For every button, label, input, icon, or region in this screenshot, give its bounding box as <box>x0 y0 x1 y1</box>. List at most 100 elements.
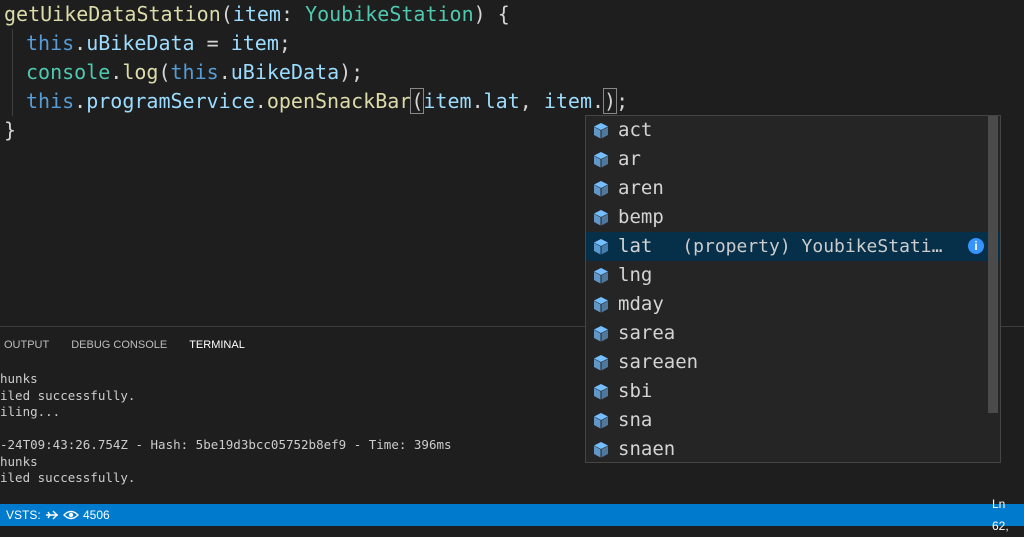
terminal-line: iling... <box>0 404 61 419</box>
arg-item: item <box>543 89 592 113</box>
function-name: getUikeDataStation <box>4 2 221 26</box>
suggestion-item[interactable]: sna <box>586 406 1000 435</box>
terminal-line: hunks <box>0 371 38 386</box>
dot: . <box>74 89 87 113</box>
suggestion-label: mday <box>618 293 664 315</box>
dot: . <box>110 60 123 84</box>
terminal-output[interactable]: hunks iled successfully. iling... -24T09… <box>0 371 452 487</box>
views-status[interactable]: 4506 <box>63 504 110 526</box>
tab-output[interactable]: OUTPUT <box>4 327 49 363</box>
property-cube-icon <box>594 122 608 138</box>
indent-guide <box>12 29 13 116</box>
dot: . <box>218 60 231 84</box>
param-name: item <box>232 2 281 26</box>
suggestion-label: sarea <box>618 322 676 344</box>
log-function: log <box>122 60 159 84</box>
vsts-status[interactable]: VSTS: <box>6 504 59 526</box>
suggestion-label: aren <box>618 177 664 199</box>
suggestion-label: sna <box>618 409 653 431</box>
property-cube-icon <box>594 267 608 283</box>
suggest-widget[interactable]: act ar aren bemp lat (property) YoubikeStati…… <box>585 115 1001 463</box>
code-line-2[interactable]: this.uBikeData = item; <box>26 29 291 58</box>
cursor-position[interactable]: Ln 62, <box>992 497 1024 533</box>
property-cube-icon <box>594 180 608 196</box>
panel-tabs: OUTPUT DEBUG CONSOLE TERMINAL <box>0 327 263 363</box>
suggestion-label: lng <box>618 264 653 286</box>
suggest-scrollbar[interactable] <box>988 116 998 413</box>
service-name: programService <box>86 89 255 113</box>
tab-debug-console[interactable]: DEBUG CONSOLE <box>71 327 167 363</box>
suggestion-item[interactable]: snaen <box>586 435 1000 462</box>
console-object: console <box>26 60 111 84</box>
suggestion-label: ar <box>618 148 641 170</box>
property-cube-icon <box>594 238 608 254</box>
suggestion-label: sbi <box>618 380 653 402</box>
property-cube-icon <box>594 209 608 225</box>
suggestion-label: act <box>618 119 653 141</box>
suggestion-label: bemp <box>618 206 664 228</box>
suggestion-list: act ar aren bemp lat (property) YoubikeStati…… <box>586 116 1000 462</box>
property-cube-icon <box>594 354 608 370</box>
matching-bracket: ) <box>603 88 618 114</box>
suggestion-item[interactable]: ar <box>586 145 1000 174</box>
this-keyword: this <box>170 60 219 84</box>
suggestion-item[interactable]: act <box>586 116 1000 145</box>
plane-icon <box>45 510 58 520</box>
views-count: 4506 <box>83 508 110 522</box>
matching-bracket: ( <box>410 88 425 114</box>
suggestion-item[interactable]: sareaen <box>586 348 1000 377</box>
semicolon: ; <box>616 89 629 113</box>
terminal-line: iled successfully. <box>0 470 136 485</box>
code-line-5[interactable]: } <box>4 116 16 145</box>
paren: ( <box>220 2 233 26</box>
tab-terminal[interactable]: TERMINAL <box>189 327 245 363</box>
code-line-1[interactable]: getUikeDataStation(item: YoubikeStation)… <box>4 0 510 29</box>
suggestion-label: snaen <box>618 438 676 460</box>
property-cube-icon <box>594 441 608 457</box>
suggestion-item[interactable]: sbi <box>586 377 1000 406</box>
type-name: YoubikeStation <box>305 2 474 26</box>
suggestion-label: lat <box>618 235 653 257</box>
terminal-line: iled successfully. <box>0 387 136 403</box>
comma: , <box>519 89 544 113</box>
terminal-line: hunks <box>0 453 38 469</box>
snackbar-function: openSnackBar <box>266 89 412 113</box>
dot: . <box>74 31 87 55</box>
suggestion-item[interactable]: sarea <box>586 319 1000 348</box>
suggestion-item[interactable]: lat (property) YoubikeStati… i <box>586 232 1000 261</box>
property-cube-icon <box>594 296 608 312</box>
arg-lat: lat <box>483 89 520 113</box>
property-cube-icon <box>594 151 608 167</box>
vsts-label: VSTS: <box>6 508 41 522</box>
dot: . <box>254 89 267 113</box>
paren-semicolon: ); <box>339 60 364 84</box>
info-icon[interactable]: i <box>968 238 984 254</box>
paren-brace: ) { <box>473 2 510 26</box>
code-line-4[interactable]: this.programService.openSnackBar(item.la… <box>26 87 628 116</box>
dot: . <box>471 89 484 113</box>
this-keyword: this <box>26 89 75 113</box>
suggestion-label: sareaen <box>618 351 699 373</box>
property-cube-icon <box>594 412 608 428</box>
this-keyword: this <box>26 31 75 55</box>
suggestion-detail: (property) YoubikeStati… <box>682 236 943 257</box>
arg-item: item <box>423 89 472 113</box>
property-cube-icon <box>594 325 608 341</box>
paren: ( <box>158 60 171 84</box>
code-line-3[interactable]: console.log(this.uBikeData); <box>26 58 363 87</box>
suggestion-item[interactable]: mday <box>586 290 1000 319</box>
suggestion-item[interactable]: aren <box>586 174 1000 203</box>
status-bar: VSTS: 4506 Ln 62, <box>0 497 1024 533</box>
suggestion-item[interactable]: lng <box>586 261 1000 290</box>
property-name: uBikeData <box>86 31 195 55</box>
colon: : <box>280 2 306 26</box>
eye-icon <box>63 510 79 520</box>
dot: . <box>592 89 605 113</box>
assign: = <box>194 31 231 55</box>
identifier: item <box>230 31 279 55</box>
property-name: uBikeData <box>230 60 340 84</box>
suggestion-item[interactable]: bemp <box>586 203 1000 232</box>
semicolon: ; <box>278 31 291 55</box>
terminal-line: -24T09:43:26.754Z - Hash: 5be19d3bcc0575… <box>0 437 452 452</box>
